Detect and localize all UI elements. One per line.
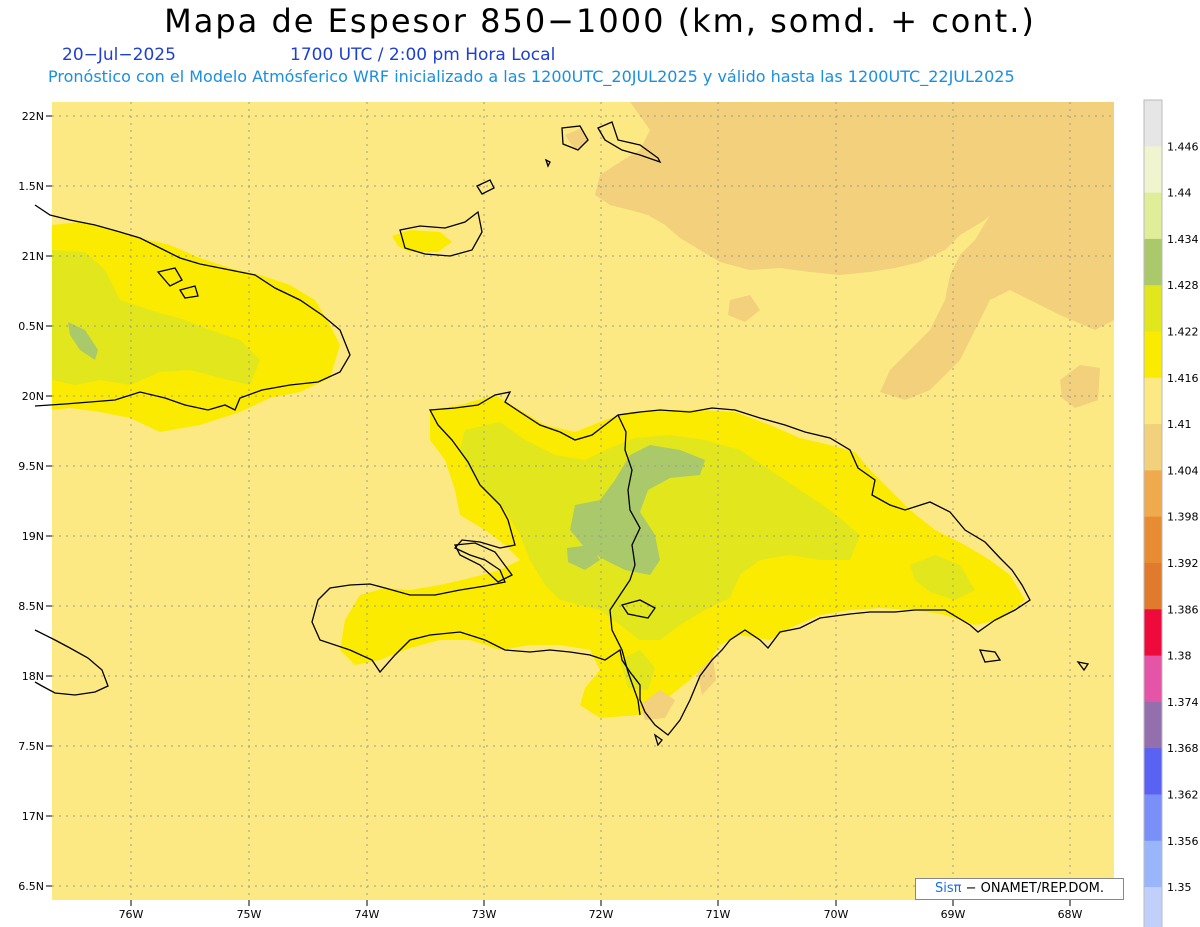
colorbar [1143,99,1163,927]
colorbar-label: 1.35 [1167,881,1192,894]
lon-label: 68W [1058,908,1083,921]
lon-label: 74W [355,908,380,921]
colorbar-swatch [1144,331,1162,379]
colorbar-swatch [1144,146,1162,194]
colorbar-labels: 1.446 1.44 1.434 1.428 1.422 1.416 1.41 1.404 1.… [1167,140,1199,894]
colorbar-label: 1.356 [1167,835,1199,848]
lat-label: 0.5N [18,320,44,333]
colorbar-label: 1.398 [1167,511,1199,524]
lat-label: 8.5N [18,600,44,613]
colorbar-label: 1.38 [1167,650,1192,663]
lon-labels: 76W 75W 74W 73W 72W 71W 70W 69W 68W [119,908,1083,921]
colorbar-swatch [1144,516,1162,564]
lat-label: 22N [22,110,44,123]
colorbar-swatch [1144,470,1162,518]
colorbar-label: 1.44 [1167,187,1192,200]
colorbar-swatch [1144,377,1162,425]
lat-label: 19N [22,530,44,543]
colorbar-swatch [1144,794,1162,842]
colorbar-label: 1.374 [1167,696,1199,709]
colorbar-swatch [1144,609,1162,657]
colorbar-swatch [1144,563,1162,610]
colorbar-label: 1.368 [1167,742,1199,755]
colorbar-label: 1.428 [1167,279,1199,292]
thickness-map: 22N 1.5N 21N 0.5N 20N 9.5N 19N 8.5N 18N … [18,99,1199,927]
colorbar-label: 1.422 [1167,326,1199,339]
lat-label: 1.5N [18,180,44,193]
colorbar-swatch [1144,748,1162,795]
lat-labels: 22N 1.5N 21N 0.5N 20N 9.5N 19N 8.5N 18N … [18,110,44,893]
colorbar-label: 1.362 [1167,789,1199,802]
lon-label: 70W [824,908,849,921]
lon-ticks [130,900,1071,906]
colorbar-swatch [1144,887,1162,927]
lon-label: 69W [941,908,966,921]
colorbar-label: 1.404 [1167,464,1199,477]
lat-label: 9.5N [18,460,44,473]
lat-label: 21N [22,250,44,263]
lon-label: 76W [119,908,144,921]
credit-brand: Sisπ [934,881,962,896]
colorbar-swatch [1144,424,1162,471]
lon-label: 72W [589,908,614,921]
colorbar-swatch [1144,655,1162,703]
credit-text: − ONAMET/REP.DOM. [961,881,1104,896]
colorbar-swatch [1144,238,1162,286]
lat-label: 7.5N [18,740,44,753]
colorbar-swatch [1144,192,1162,240]
lon-label: 73W [472,908,497,921]
colorbar-swatch [1144,701,1162,749]
colorbar-label: 1.434 [1167,233,1199,246]
colorbar-label: 1.41 [1167,418,1192,431]
lon-label: 71W [706,908,731,921]
lon-label: 75W [237,908,262,921]
lat-label: 18N [22,670,44,683]
colorbar-label: 1.392 [1167,557,1199,570]
colorbar-label: 1.446 [1167,140,1199,153]
colorbar-label: 1.386 [1167,603,1199,616]
lat-label: 17N [22,810,44,823]
colorbar-swatch [1144,840,1162,888]
colorbar-swatch [1144,100,1162,147]
lat-label: 6.5N [18,880,44,893]
lat-ticks [46,115,52,887]
credit-box: Sisπ − ONAMET/REP.DOM. [915,878,1124,900]
colorbar-swatch [1144,285,1162,332]
colorbar-label: 1.416 [1167,372,1199,385]
lat-label: 20N [22,390,44,403]
